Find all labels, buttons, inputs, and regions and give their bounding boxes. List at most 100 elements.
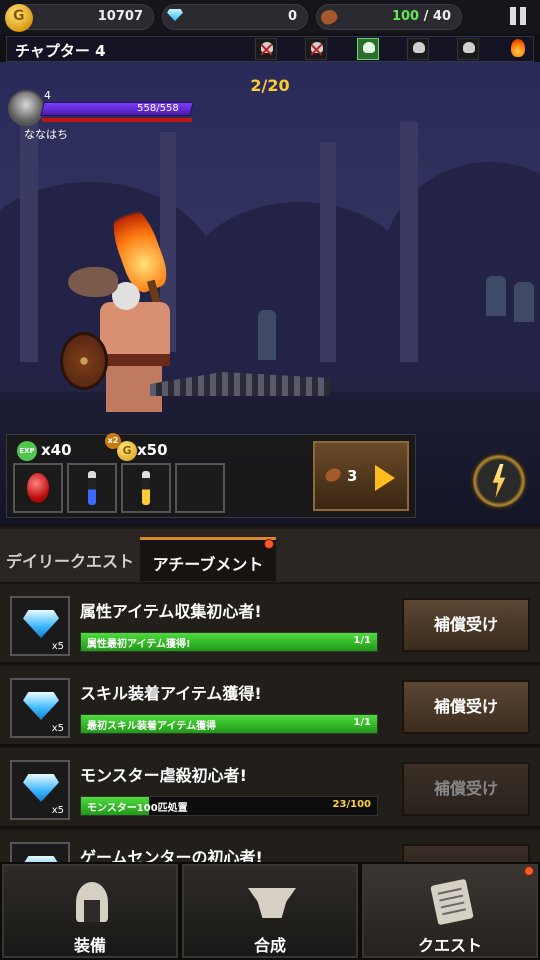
progress-value: 1/1 — [353, 717, 371, 728]
claim-reward-button[interactable]: 補償受け — [402, 762, 530, 816]
notification-dot — [264, 539, 274, 549]
gold-coin-icon — [5, 4, 33, 32]
list-item: x5 モンスター虐殺初心者! モンスター100匹処置 23/100 補償受け — [0, 748, 540, 828]
yellow-potion-icon — [142, 471, 150, 505]
helmet-icon — [76, 882, 108, 922]
nav-quest-button[interactable]: クエスト — [362, 864, 538, 958]
exp-icon: EXP — [17, 441, 37, 461]
dead-tree — [320, 142, 336, 362]
nav-quest-label: クエスト — [417, 936, 482, 955]
reward-quantity: x5 — [51, 805, 64, 816]
tombstone — [486, 276, 506, 316]
reward-icon: x5 — [10, 596, 70, 656]
boss-flame-icon — [507, 38, 529, 60]
stamina-current: 100 — [391, 9, 420, 24]
bottom-navigation: 装備 合成 クエスト — [0, 862, 540, 960]
player-hp-bar: 558/558 — [40, 102, 194, 116]
meat-icon — [315, 4, 343, 32]
achievement-list[interactable]: x5 属性アイテム収集初心者! 属性最初アイテム獲得! 1/1 補償受け x5 … — [0, 582, 540, 862]
reward-icon: x5 — [10, 678, 70, 738]
meat-icon — [323, 465, 343, 485]
avatar — [8, 90, 44, 126]
stamina-value: 100 / 40 — [392, 9, 451, 24]
list-item: x5 属性アイテム収集初心者! 属性最初アイテム獲得! 1/1 補償受け — [0, 584, 540, 664]
player-name: ななはち — [24, 128, 68, 141]
ruby-icon — [27, 473, 49, 503]
nav-craft-button[interactable]: 合成 — [182, 864, 358, 958]
claim-reward-button[interactable]: 補償受け — [402, 680, 530, 734]
anvil-icon — [248, 888, 296, 918]
progress-value: 23/100 — [332, 799, 371, 810]
notification-dot — [524, 866, 534, 876]
start-stage-button[interactable]: 3 — [313, 441, 409, 511]
tab-achievement[interactable]: アチーブメント — [140, 537, 276, 581]
chapter-bar: チャプター 4 — [6, 36, 534, 62]
quest-progress-bar: モンスター100匹処置 23/100 — [80, 796, 378, 816]
gem-value: 0 — [287, 9, 297, 24]
player-level: 4 — [44, 89, 51, 102]
reward-slot-ruby[interactable] — [13, 463, 63, 513]
list-item: ゲームセンターの初心者! — [0, 830, 540, 862]
gold-value: 10707 — [97, 9, 143, 24]
quest-title: ゲームセンターの初心者! — [80, 848, 263, 862]
hero-body — [100, 302, 170, 362]
blue-potion-icon — [88, 471, 96, 505]
progress-label: 最初スキル装着アイテム獲得 — [87, 721, 216, 732]
tombstone — [514, 282, 534, 322]
exp-reward: x40 — [41, 441, 72, 459]
gold-multiplier-badge: x2 — [105, 433, 121, 449]
tab-daily-quest[interactable]: デイリークエスト — [0, 537, 140, 581]
reward-quantity: x5 — [51, 641, 64, 652]
stamina-counter[interactable]: 100 / 40 — [316, 4, 462, 30]
hero-belt — [100, 354, 170, 366]
tombstone — [258, 310, 276, 360]
quest-title: 属性アイテム収集初心者! — [80, 602, 262, 621]
list-item: x5 スキル装着アイテム獲得! 最初スキル装着アイテム獲得 1/1 補償受け — [0, 666, 540, 746]
quest-progress-bar: 最初スキル装着アイテム獲得 1/1 — [80, 714, 378, 734]
player-hp-text: 558/558 — [137, 103, 180, 114]
player-rage-bar — [42, 118, 192, 122]
reward-slot-empty[interactable] — [175, 463, 225, 513]
reward-slot-yellow-potion[interactable] — [121, 463, 171, 513]
gold-reward: x50 — [137, 441, 168, 459]
diamond-icon — [161, 4, 189, 32]
lightning-skill-button[interactable] — [470, 452, 528, 510]
diamond-icon — [23, 610, 59, 638]
stage-4-skull-icon — [407, 38, 429, 60]
stage-3-skull-icon — [357, 38, 379, 60]
progress-value: 1/1 — [353, 635, 371, 646]
stage-1-skull-icon — [255, 38, 277, 62]
reward-icon: x5 — [10, 760, 70, 820]
quest-title: スキル装着アイテム獲得! — [80, 684, 262, 703]
quest-progress-bar: 属性最初アイテム獲得! 1/1 — [80, 632, 378, 652]
battle-scene: 2/20 4 558/558 ななはち EXP x40 G x2 x50 3 — [0, 62, 540, 524]
scroll-icon — [430, 878, 474, 926]
stage-5-skull-icon — [457, 38, 479, 60]
gold-counter[interactable]: 10707 — [5, 4, 154, 32]
diamond-icon — [23, 774, 59, 802]
progress-label: モンスター100匹処置 — [87, 803, 188, 814]
pause-icon[interactable] — [506, 5, 530, 29]
nav-equip-label: 装備 — [73, 936, 106, 955]
gem-counter[interactable]: 0 — [162, 4, 308, 30]
quest-tabs: デイリークエスト アチーブメント — [0, 526, 540, 582]
stage-rewards-panel: EXP x40 G x2 x50 3 — [6, 433, 416, 518]
dead-tree — [400, 122, 418, 362]
claim-reward-button[interactable]: 補償受け — [402, 598, 530, 652]
stamina-cost: 3 — [347, 467, 358, 485]
dead-tree — [20, 122, 38, 362]
claim-reward-button[interactable] — [402, 844, 530, 862]
play-arrow-icon — [375, 465, 395, 491]
chapter-title: チャプター 4 — [15, 42, 106, 60]
quest-title: モンスター虐殺初心者! — [80, 766, 247, 785]
reward-slot-blue-potion[interactable] — [67, 463, 117, 513]
progress-label: 属性最初アイテム獲得! — [87, 639, 191, 650]
nav-equip-button[interactable]: 装備 — [2, 864, 178, 958]
round-shield — [60, 332, 108, 390]
diamond-icon — [23, 692, 59, 720]
reward-quantity: x5 — [51, 723, 64, 734]
stage-2-skull-icon — [305, 38, 327, 62]
wave-counter: 2/20 — [250, 76, 290, 95]
owl-companion — [68, 267, 118, 297]
top-resource-bar: 10707 0 100 / 40 — [0, 0, 540, 34]
